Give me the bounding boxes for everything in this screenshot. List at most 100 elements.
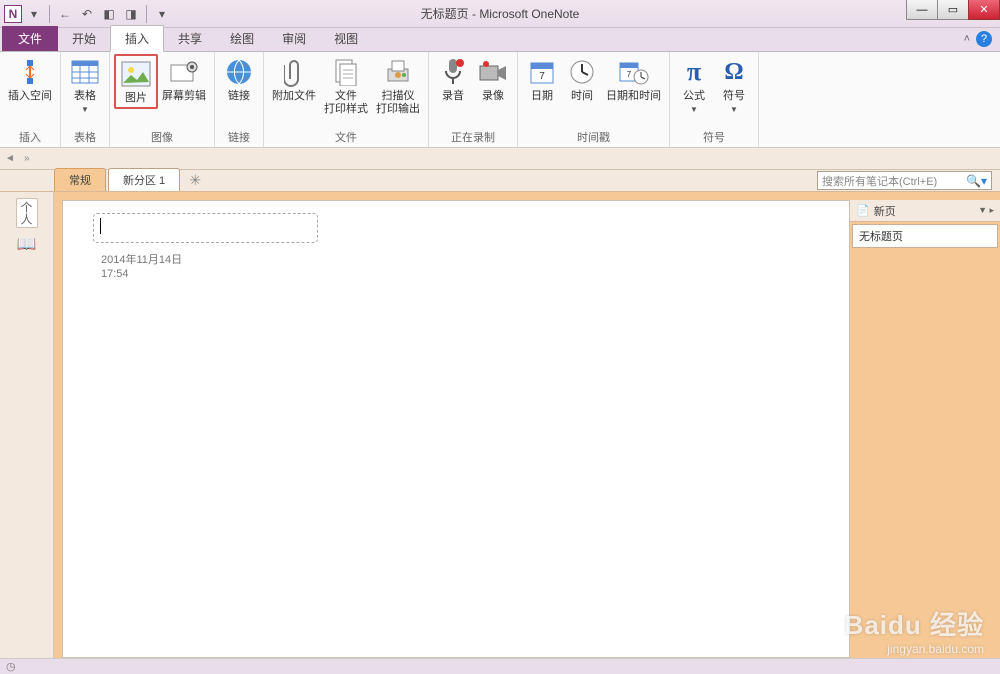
link-button[interactable]: 链接 (219, 54, 259, 105)
svg-text:7: 7 (539, 71, 545, 82)
new-page-button[interactable]: 📄 新页 ▼ ▸ (850, 200, 1000, 222)
rail-personal-button[interactable]: 个人 (16, 198, 38, 228)
text-cursor (100, 218, 101, 234)
ribbon: 插入空间 插入 表格 ▼ 表格 图片 屏幕剪辑 图像 (0, 52, 1000, 148)
maximize-button[interactable]: ▭ (937, 0, 969, 20)
search-placeholder: 搜索所有笔记本(Ctrl+E) (822, 173, 937, 189)
screen-clipping-button[interactable]: 屏幕剪辑 (158, 54, 210, 105)
page-list-panel: 📄 新页 ▼ ▸ 无标题页 (850, 200, 1000, 658)
symbol-label: 符号 (723, 90, 745, 103)
section-tab-new[interactable]: 新分区 1 (108, 168, 180, 191)
omega-icon: Ω (718, 56, 750, 88)
datetime-button[interactable]: 7 日期和时间 (602, 54, 665, 105)
qat-separator (49, 5, 50, 23)
scanner-label: 扫描仪 打印输出 (376, 90, 420, 116)
date-button[interactable]: 7 日期 (522, 54, 562, 105)
qat-more-icon[interactable]: ▾ (152, 4, 172, 24)
tab-home[interactable]: 开始 (58, 26, 110, 51)
link-label: 链接 (228, 90, 250, 103)
equation-button[interactable]: π 公式 ▼ (674, 54, 714, 116)
pi-icon: π (678, 56, 710, 88)
equation-label: 公式 (683, 90, 705, 103)
scanner-printout-button[interactable]: 扫描仪 打印输出 (372, 54, 424, 118)
page-list-item[interactable]: 无标题页 (852, 224, 998, 248)
new-page-dropdown-icon[interactable]: ▼ ▸ (978, 205, 994, 216)
page-canvas[interactable]: 2014年11月14日 17:54 (62, 200, 850, 658)
status-bar: ◷ (0, 658, 1000, 674)
clock-icon (566, 56, 598, 88)
file-printout-icon (330, 56, 362, 88)
dock-icon[interactable]: ◧ (99, 4, 119, 24)
datetime-icon: 7 (618, 56, 650, 88)
ribbon-collapse-icon[interactable]: ˄ (964, 33, 970, 45)
file-printout-label: 文件 打印样式 (324, 90, 368, 116)
insert-space-button[interactable]: 插入空间 (4, 54, 56, 105)
table-dropdown-icon: ▼ (81, 105, 89, 114)
page-date: 2014年11月14日 (101, 253, 182, 267)
section-tab-general[interactable]: 常规 (54, 168, 106, 191)
record-audio-label: 录音 (442, 90, 464, 103)
group-symbols-label: 符号 (674, 127, 754, 147)
add-section-icon[interactable]: ✳ (186, 171, 204, 189)
attach-file-button[interactable]: 附加文件 (268, 54, 320, 105)
picture-button[interactable]: 图片 (114, 54, 158, 109)
notebook-rail: 个人 📖 (0, 192, 54, 658)
picture-icon (120, 58, 152, 90)
notebook-icon[interactable]: 📖 (17, 234, 37, 254)
equation-dropdown-icon: ▼ (690, 105, 698, 114)
page-time: 17:54 (101, 267, 182, 281)
scanner-icon (382, 56, 414, 88)
camcorder-icon (477, 56, 509, 88)
tab-share[interactable]: 共享 (164, 26, 216, 51)
window-title: 无标题页 - Microsoft OneNote (421, 5, 580, 22)
tab-draw[interactable]: 绘图 (216, 26, 268, 51)
insert-space-icon (14, 56, 46, 88)
minimize-button[interactable]: — (906, 0, 938, 20)
microphone-icon (437, 56, 469, 88)
group-images-label: 图像 (114, 127, 210, 147)
group-tables-label: 表格 (65, 127, 105, 147)
navigation-bar: ◄ » (0, 148, 1000, 170)
picture-label: 图片 (125, 92, 147, 105)
dock2-icon[interactable]: ◨ (121, 4, 141, 24)
app-icon: N (4, 5, 22, 23)
search-icon[interactable]: 🔍▾ (966, 174, 987, 188)
qat-dropdown-icon[interactable]: ▾ (24, 4, 44, 24)
nav-prev-icon[interactable]: ◄ (0, 149, 20, 169)
datetime-label: 日期和时间 (606, 90, 661, 103)
tab-file[interactable]: 文件 (2, 26, 58, 51)
insert-space-label: 插入空间 (8, 90, 52, 103)
tab-review[interactable]: 审阅 (268, 26, 320, 51)
page-title-input[interactable] (93, 213, 318, 243)
qat-separator (146, 5, 147, 23)
file-printout-button[interactable]: 文件 打印样式 (320, 54, 372, 118)
record-video-button[interactable]: 录像 (473, 54, 513, 105)
help-icon[interactable]: ? (976, 31, 992, 47)
date-label: 日期 (531, 90, 553, 103)
time-button[interactable]: 时间 (562, 54, 602, 105)
search-input[interactable]: 搜索所有笔记本(Ctrl+E) 🔍▾ (817, 171, 992, 190)
calendar-icon: 7 (526, 56, 558, 88)
tab-view[interactable]: 视图 (320, 26, 372, 51)
screen-clipping-label: 屏幕剪辑 (162, 90, 206, 103)
table-label: 表格 (74, 90, 96, 103)
nav-expand-icon[interactable]: » (20, 153, 34, 164)
back-icon[interactable]: ← (55, 4, 75, 24)
tab-insert[interactable]: 插入 (110, 25, 164, 52)
paperclip-icon (278, 56, 310, 88)
link-icon (223, 56, 255, 88)
section-tabs: 常规 新分区 1 ✳ 搜索所有笔记本(Ctrl+E) 🔍▾ (0, 170, 1000, 192)
symbol-button[interactable]: Ω 符号 ▼ (714, 54, 754, 116)
new-page-icon: 📄 (856, 204, 870, 217)
group-links-label: 链接 (219, 127, 259, 147)
new-page-label: 新页 (874, 203, 896, 219)
undo-icon[interactable]: ↶ (77, 4, 97, 24)
status-sync-icon[interactable]: ◷ (6, 660, 16, 673)
close-button[interactable]: ✕ (968, 0, 1000, 20)
main-area: 个人 📖 2014年11月14日 17:54 📄 新页 ▼ ▸ 无标题页 (0, 192, 1000, 658)
attach-file-label: 附加文件 (272, 90, 316, 103)
group-timestamp-label: 时间戳 (522, 127, 665, 147)
screen-clipping-icon (168, 56, 200, 88)
record-audio-button[interactable]: 录音 (433, 54, 473, 105)
table-button[interactable]: 表格 ▼ (65, 54, 105, 116)
